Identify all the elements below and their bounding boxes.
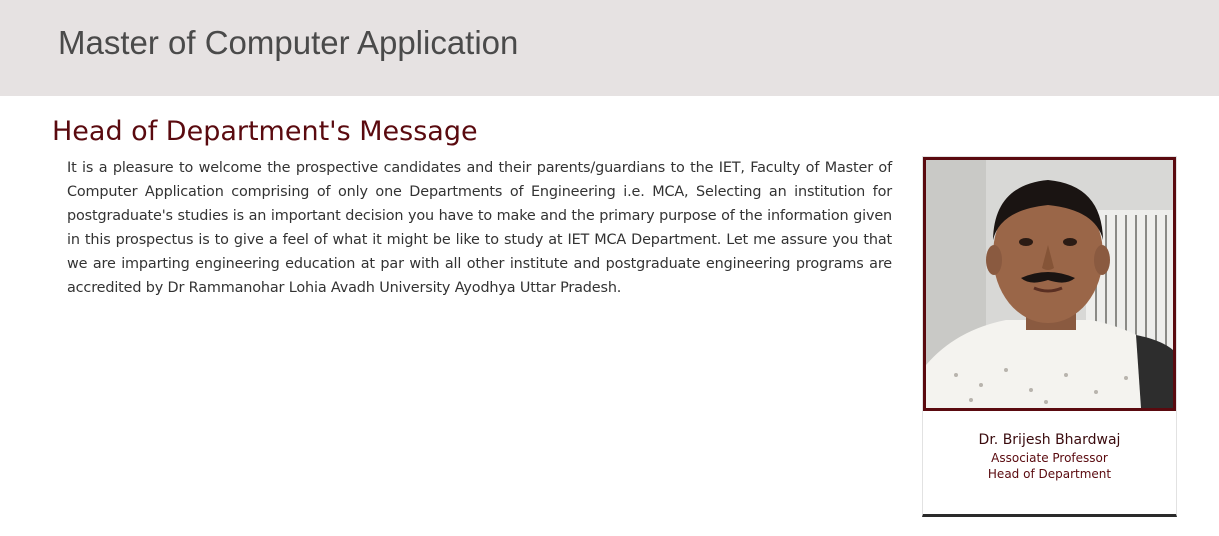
section-heading: Head of Department's Message: [52, 116, 478, 147]
hod-photo: [923, 157, 1176, 411]
hod-name: Dr. Brijesh Bhardwaj: [978, 432, 1121, 448]
hod-message-text: It is a pleasure to welcome the prospect…: [67, 160, 892, 296]
portrait-image: [926, 160, 1173, 408]
page-header: Master of Computer Application: [0, 0, 1219, 96]
hod-profile-card: Dr. Brijesh Bhardwaj Associate Professor…: [922, 156, 1177, 517]
hod-role: Head of Department: [987, 467, 1112, 481]
page-title: Master of Computer Application: [58, 24, 519, 61]
hod-designation: Associate Professor: [991, 451, 1108, 465]
